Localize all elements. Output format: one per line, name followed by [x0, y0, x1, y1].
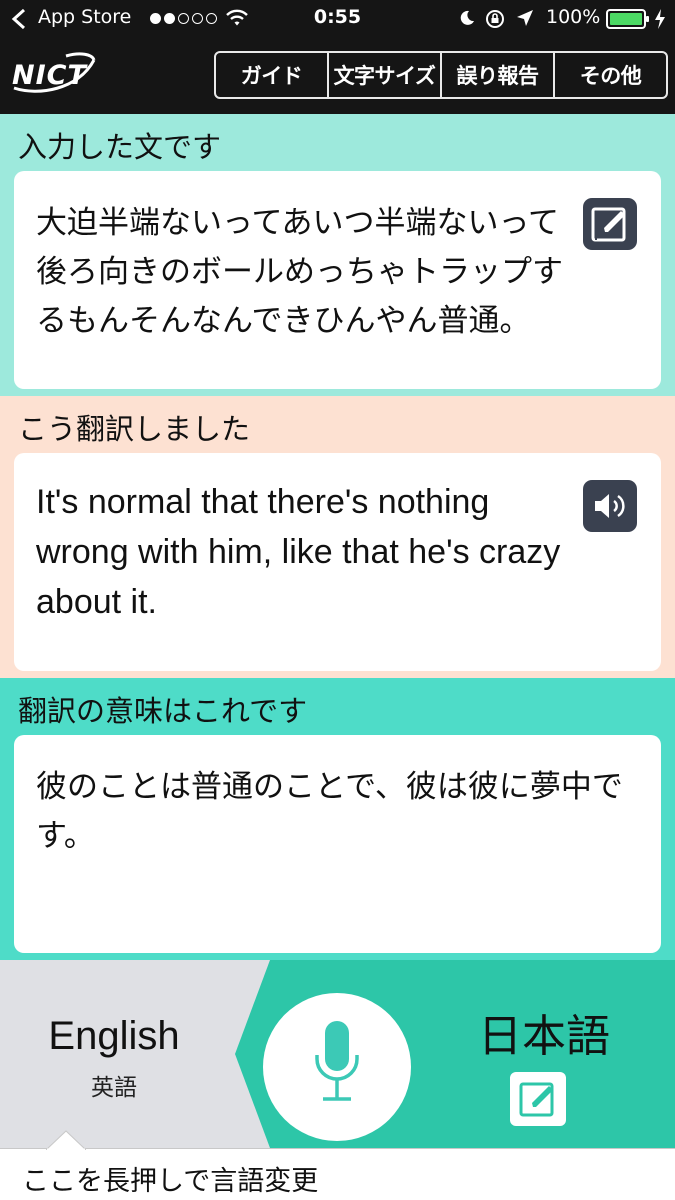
edit-button[interactable] [583, 198, 637, 250]
source-language-sub: 英語 [91, 1075, 137, 1101]
backtranslation-section: 翻訳の意味はこれです 彼のことは普通のことで、彼は彼に夢中です。 [0, 678, 675, 960]
input-card: 大迫半端ないってあいつ半端ないって後ろ向きのボールめっちゃトラップするもんそんな… [14, 171, 661, 389]
play-audio-button[interactable] [583, 480, 637, 532]
backtranslation-card: 彼のことは普通のことで、彼は彼に夢中です。 [14, 735, 661, 953]
moon-icon [460, 10, 474, 25]
guide-button[interactable]: ガイド [216, 53, 329, 97]
target-edit-button[interactable] [510, 1072, 566, 1126]
mic-button[interactable] [263, 993, 411, 1141]
hint-text: ここを長押しで言語変更 [22, 1166, 319, 1197]
location-arrow-icon [517, 10, 533, 26]
text-size-button[interactable]: 文字サイズ [329, 53, 442, 97]
error-report-button[interactable]: 誤り報告 [442, 53, 555, 97]
charging-icon [655, 9, 665, 29]
backtranslation-section-title: 翻訳の意味はこれです [18, 694, 308, 728]
status-bar: App Store 0:55 100% [0, 0, 675, 38]
pointer-triangle [46, 1130, 86, 1150]
speaker-icon [595, 494, 625, 518]
top-bar: App Store 0:55 100% NICT ガイド 文字サイズ 誤り報告 … [0, 0, 675, 114]
translation-section-title: こう翻訳しました [18, 412, 251, 446]
target-language-label[interactable]: 日本語 [478, 1000, 610, 1064]
nict-logo: NICT [8, 50, 98, 98]
backtranslation-text: 彼のことは普通のことで、彼は彼に夢中です。 [36, 769, 623, 854]
logo-text: NICT [12, 60, 87, 91]
input-text: 大迫半端ないってあいつ半端ないって後ろ向きのボールめっちゃトラップするもんそんな… [36, 205, 563, 339]
translation-section: こう翻訳しました It's normal that there's nothin… [0, 396, 675, 678]
battery-icon [606, 9, 649, 29]
edit-icon [519, 1082, 554, 1117]
edit-icon [591, 207, 626, 242]
rotation-lock-icon [486, 10, 504, 28]
other-button[interactable]: その他 [555, 53, 666, 97]
language-change-hint[interactable]: ここを長押しで言語変更 [0, 1148, 675, 1200]
input-section-title: 入力した文です [18, 130, 222, 164]
battery-percent: 100% [546, 6, 601, 28]
translation-text: It's normal that there's nothing wrong w… [36, 483, 561, 621]
source-language-button[interactable]: English [14, 1014, 214, 1059]
translation-card: It's normal that there's nothing wrong w… [14, 453, 661, 671]
input-section: 入力した文です 大迫半端ないってあいつ半端ないって後ろ向きのボールめっちゃトラッ… [0, 114, 675, 396]
microphone-icon [315, 1021, 359, 1101]
header-menu: ガイド 文字サイズ 誤り報告 その他 [214, 51, 668, 99]
